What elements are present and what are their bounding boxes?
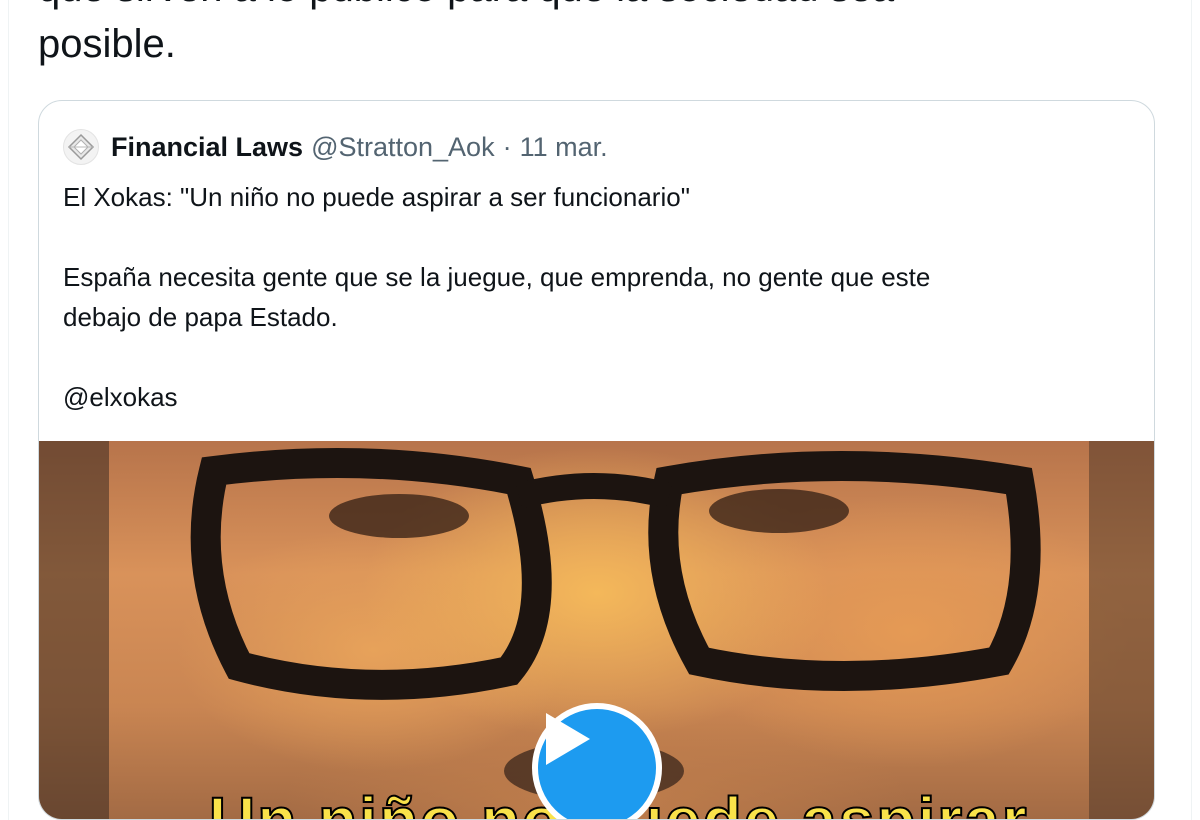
play-icon	[546, 713, 590, 765]
tweet-date[interactable]: 11 mar.	[520, 132, 608, 163]
video-thumbnail[interactable]: Un niño no puede aspirar	[39, 441, 1154, 819]
tweet-text-line: que sirven a lo público para que la soci…	[38, 0, 1158, 16]
mention-link[interactable]: @elxokas	[63, 377, 1123, 417]
quoted-tweet-body: El Xokas: "Un niño no puede aspirar a se…	[63, 177, 1123, 417]
author-name[interactable]: Financial Laws	[111, 132, 303, 163]
quote-line: El Xokas: "Un niño no puede aspirar a se…	[63, 182, 690, 212]
quote-line: España necesita gente que se la juegue, …	[63, 262, 931, 292]
quoted-tweet-card[interactable]: Financial Laws @Stratton_Aok · 11 mar. E…	[38, 100, 1155, 820]
diamond-logo-icon[interactable]	[63, 129, 99, 165]
author-handle[interactable]: @Stratton_Aok	[311, 132, 495, 163]
diamond-logo-icon-svg	[67, 133, 95, 161]
tweet-text-line: posible.	[38, 22, 176, 66]
quoted-tweet-header: Financial Laws @Stratton_Aok · 11 mar.	[63, 127, 608, 167]
header-separator: ·	[502, 131, 512, 162]
quote-line: debajo de papa Estado.	[63, 302, 338, 332]
tweet-text: que sirven a lo público para que la soci…	[38, 0, 1158, 72]
